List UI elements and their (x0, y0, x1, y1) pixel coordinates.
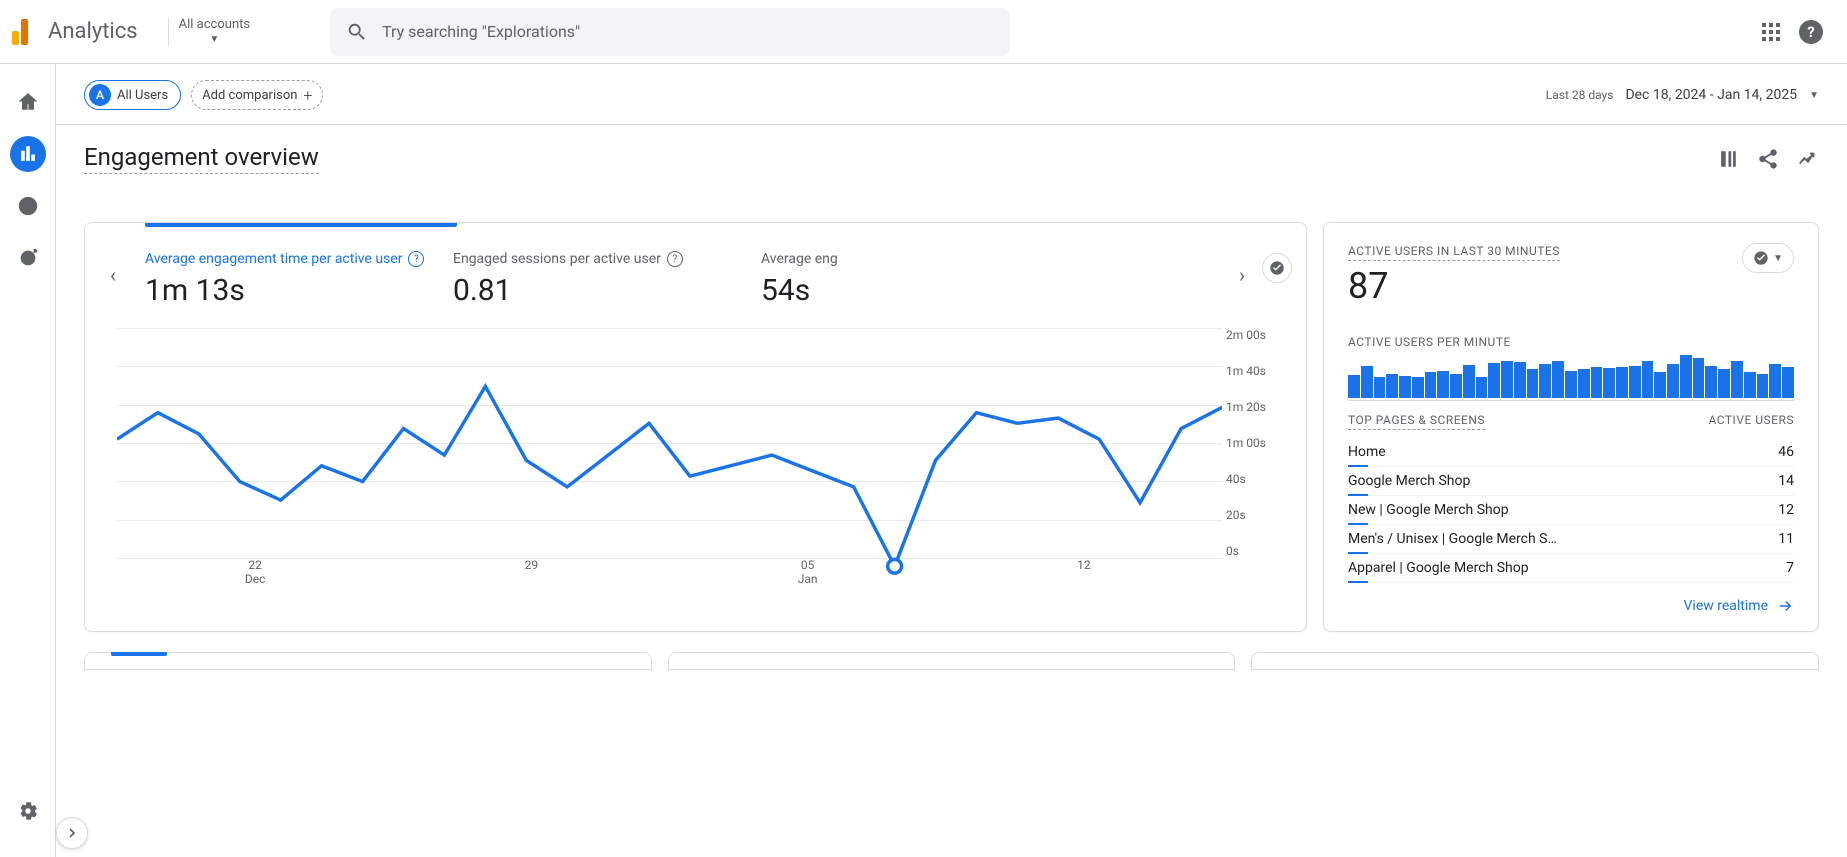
caret-down-icon: ▼ (1773, 253, 1783, 264)
line-chart-svg (117, 328, 1222, 646)
top-page-row[interactable]: Apparel | Google Merch Shop 7 (1348, 554, 1794, 583)
page-name: Men's / Unisex | Google Merch S… (1348, 531, 1557, 547)
title-row: Engagement overview (56, 125, 1847, 174)
left-sidebar (0, 64, 56, 857)
add-comparison-button[interactable]: Add comparison + (191, 80, 323, 110)
page-users: 11 (1778, 531, 1794, 547)
top-page-row[interactable]: Men's / Unisex | Google Merch S… 11 (1348, 525, 1794, 554)
date-range-value: Dec 18, 2024 - Jan 14, 2025 (1625, 87, 1797, 103)
segment-chip-all-users[interactable]: A All Users (84, 80, 181, 110)
analytics-logo-icon (12, 19, 28, 45)
page-name: Apparel | Google Merch Shop (1348, 560, 1529, 576)
divider (168, 18, 169, 46)
account-selector[interactable]: All accounts ▼ (179, 17, 250, 47)
page-users: 46 (1778, 444, 1794, 460)
page-title: Engagement overview (84, 143, 319, 174)
metrics-prev-button[interactable]: ‹ (99, 261, 127, 289)
metrics-next-button[interactable]: › (1228, 261, 1256, 289)
metric-label: Engaged sessions per active user? (453, 251, 753, 267)
realtime-card: ACTIVE USERS IN LAST 30 MINUTES 87 ▼ ACT… (1323, 222, 1819, 632)
caret-down-icon: ▼ (1809, 90, 1819, 101)
sidebar-advertising-icon[interactable] (10, 240, 46, 276)
metric-value: 1m 13s (145, 273, 445, 308)
below-fold-cards (56, 652, 1847, 690)
main-content: A All Users Add comparison + Last 28 day… (56, 64, 1847, 857)
apps-switcher-icon[interactable] (1751, 12, 1791, 52)
view-realtime-label: View realtime (1684, 598, 1768, 614)
metric-value: 0.81 (453, 273, 753, 308)
realtime-settings-button[interactable]: ▼ (1742, 243, 1794, 273)
caret-down-icon: ▼ (209, 34, 219, 46)
engagement-line-chart: 2m 00s1m 40s1m 20s1m 00s40s20s0s 22Dec29… (109, 328, 1282, 588)
sidebar-reports-icon[interactable] (10, 136, 46, 172)
realtime-title: ACTIVE USERS IN LAST 30 MINUTES (1348, 244, 1560, 261)
top-pages-heading-left: TOP PAGES & SCREENS (1348, 413, 1485, 430)
top-page-row[interactable]: Home 46 (1348, 438, 1794, 467)
app-header: Analytics All accounts ▼ Try searching "… (0, 0, 1847, 64)
help-icon[interactable]: ? (667, 251, 683, 267)
insights-icon[interactable] (1797, 148, 1819, 170)
page-name: Google Merch Shop (1348, 473, 1470, 489)
brand-name: Analytics (48, 19, 138, 44)
page-name: Home (1348, 444, 1386, 460)
realtime-per-minute-label: ACTIVE USERS PER MINUTE (1348, 335, 1794, 349)
compare-icon[interactable] (1717, 148, 1739, 170)
view-realtime-link[interactable]: View realtime (1348, 597, 1794, 615)
metric-value: 54s (761, 273, 891, 308)
metrics-scroller: ‹ Average engagement time per active use… (85, 227, 1306, 318)
help-icon[interactable]: ? (408, 251, 424, 267)
sidebar-admin-icon[interactable] (10, 793, 46, 829)
page-users: 7 (1786, 560, 1794, 576)
sidebar-expand-button[interactable] (56, 817, 88, 849)
sidebar-home-icon[interactable] (10, 84, 46, 120)
page-users: 14 (1778, 473, 1794, 489)
metric-label: Average eng (761, 251, 891, 267)
realtime-bar-chart (1348, 355, 1794, 401)
page-users: 12 (1778, 502, 1794, 518)
metric-tab[interactable]: Average eng 54s (761, 251, 891, 308)
peek-card (84, 652, 652, 670)
share-icon[interactable] (1757, 148, 1779, 170)
peek-card (668, 652, 1236, 670)
date-range-label: Last 28 days (1546, 88, 1614, 102)
engagement-card: ‹ Average engagement time per active use… (84, 222, 1307, 632)
metric-label: Average engagement time per active user? (145, 251, 445, 267)
sidebar-explore-icon[interactable] (10, 188, 46, 224)
metric-settings-button[interactable] (1262, 253, 1292, 283)
metric-tab[interactable]: Average engagement time per active user?… (145, 251, 445, 308)
segment-label: All Users (117, 88, 168, 103)
top-page-row[interactable]: Google Merch Shop 14 (1348, 467, 1794, 496)
search-icon (346, 21, 368, 43)
date-range-picker[interactable]: Last 28 days Dec 18, 2024 - Jan 14, 2025… (1546, 87, 1819, 103)
page-name: New | Google Merch Shop (1348, 502, 1509, 518)
top-page-row[interactable]: New | Google Merch Shop 12 (1348, 496, 1794, 525)
top-pages-header: TOP PAGES & SCREENS ACTIVE USERS (1348, 405, 1794, 438)
plus-icon: + (303, 86, 312, 105)
top-pages-heading-right: ACTIVE USERS (1708, 413, 1794, 430)
metric-tab[interactable]: Engaged sessions per active user? 0.81 (453, 251, 753, 308)
filters-toolbar: A All Users Add comparison + Last 28 day… (56, 64, 1847, 110)
realtime-active-users-value: 87 (1348, 265, 1560, 307)
search-placeholder: Try searching "Explorations" (382, 22, 580, 41)
segment-badge: A (89, 84, 111, 106)
search-bar[interactable]: Try searching "Explorations" (330, 8, 1010, 56)
account-label: All accounts (179, 17, 250, 33)
help-icon[interactable]: ? (1791, 12, 1831, 52)
peek-card (1251, 652, 1819, 670)
add-comparison-label: Add comparison (202, 88, 297, 103)
